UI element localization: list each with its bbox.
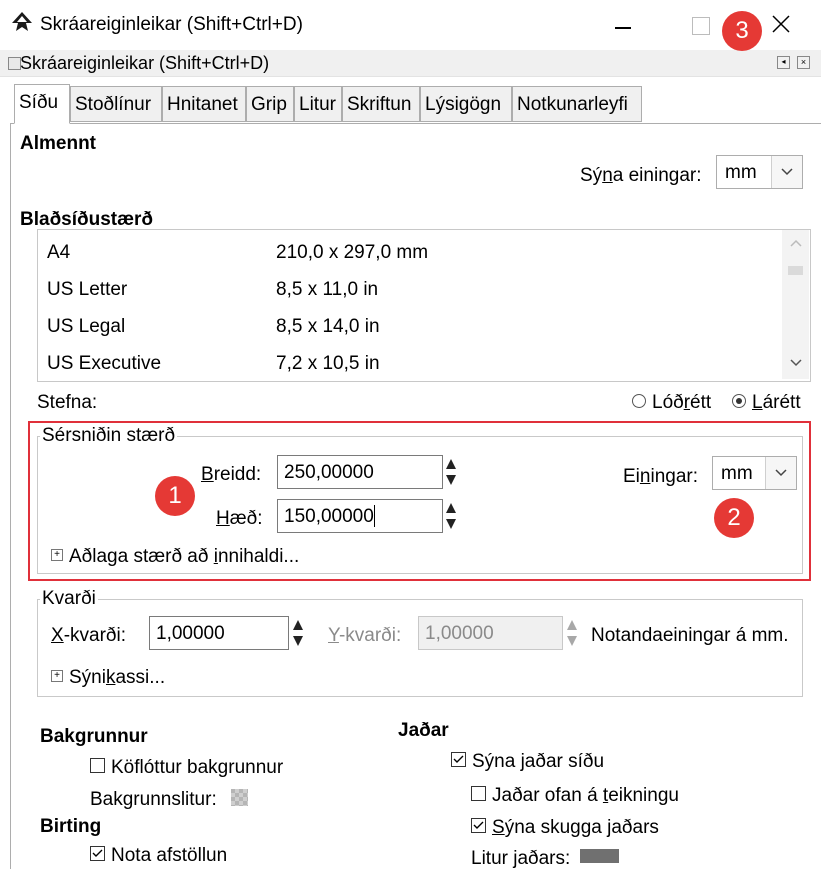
list-item[interactable]: US Executive 7,2 x 10,5 in [38,353,778,381]
dock-close-icon[interactable]: × [797,56,810,69]
tab-scripting[interactable]: Skriftun [342,86,420,122]
radio-on-icon[interactable] [732,393,746,408]
page-size-heading: Blaðsíðustærð [20,209,154,230]
checkerboard-checkbox[interactable]: Köflóttur bakgrunnur [90,757,283,779]
annotation-marker-3: 3 [722,11,762,51]
display-units-label: Sýna einingar: [580,165,702,186]
resize-to-content-expander[interactable]: + Aðlaga stærð að innihaldi... [51,546,299,568]
y-scale-spin-icon[interactable] [564,616,580,650]
list-scrollbar[interactable] [782,230,809,379]
antialias-checkbox[interactable]: Nota afstöllun [90,845,227,867]
tab-guides[interactable]: Stoðlínur [70,86,162,122]
show-border-checkbox[interactable]: Sýna jaðar síðu [451,751,604,773]
annotation-marker-1: 1 [155,476,195,516]
border-color-swatch[interactable] [580,849,619,863]
scroll-up-icon[interactable] [789,238,803,248]
checkbox-checked-icon[interactable] [451,752,466,768]
tab-snap[interactable]: Grip [246,86,294,122]
border-heading: Jaðar [398,720,449,741]
user-units-label: Notandaeiningar á mm. [591,625,789,646]
annotation-marker-2: 2 [714,498,754,538]
expand-plus-icon[interactable]: + [51,669,63,682]
height-input[interactable]: 150,00000 [277,499,443,533]
tab-grids[interactable]: Hnitanet [162,86,246,122]
x-scale-spin-icon[interactable] [290,616,306,650]
minimize-icon[interactable] [615,27,631,29]
border-color-label: Litur jaðars: [471,848,571,869]
dock-iconify-icon[interactable]: ◂ [777,56,790,69]
display-units-combo[interactable]: mm [716,155,803,189]
scale-title: Kvarði [40,588,98,610]
list-item[interactable]: US Letter 8,5 x 11,0 in [38,279,778,316]
background-color-label: Bakgrunnslitur: [90,789,217,810]
page-size-list[interactable]: A4 210,0 x 297,0 mm US Letter 8,5 x 11,0… [37,229,811,382]
text-cursor [374,505,375,527]
custom-units-combo[interactable]: mm [712,456,797,490]
checkbox-unchecked-icon[interactable] [90,758,105,774]
scroll-down-icon[interactable] [789,358,803,368]
y-scale-input[interactable]: 1,00000 [418,616,563,650]
scroll-thumb[interactable] [788,266,803,275]
checkbox-checked-icon[interactable] [90,846,105,862]
background-heading: Bakgrunnur [40,726,148,747]
background-color-swatch[interactable] [231,789,248,806]
width-spin-icon[interactable] [443,455,459,489]
window-titlebar: Skráareiginleikar (Shift+Ctrl+D) [0,0,821,50]
display-heading: Birting [40,816,102,837]
tab-metadata[interactable]: Lýsigögn [420,86,512,122]
width-input[interactable]: 250,00000 [277,455,443,489]
chevron-down-icon[interactable] [771,156,802,188]
tab-color[interactable]: Litur [294,86,342,122]
close-icon[interactable] [771,14,791,34]
radio-off-icon[interactable] [632,393,646,408]
chevron-down-icon[interactable] [765,457,796,489]
x-scale-label: X-kvarði: [51,625,126,646]
show-shadow-checkbox[interactable]: Sýna skugga jaðars [471,817,659,839]
window-title: Skráareiginleikar (Shift+Ctrl+D) [40,14,303,35]
dock-titlebar: Skráareiginleikar (Shift+Ctrl+D) ◂ × [0,50,821,77]
maximize-icon[interactable] [692,17,710,35]
orientation-label: Stefna: [37,392,98,413]
border-on-top-checkbox[interactable]: Jaðar ofan á teikningu [471,785,679,807]
width-label: Breidd: [201,464,262,485]
portrait-radio[interactable]: Lóðrétt [632,392,711,414]
expand-plus-icon[interactable]: + [51,548,63,561]
list-item[interactable]: A4 210,0 x 297,0 mm [38,242,778,279]
list-item[interactable]: US Legal 8,5 x 14,0 in [38,316,778,353]
checkbox-checked-icon[interactable] [471,818,486,834]
custom-units-label: Einingar: [623,466,699,487]
height-spin-icon[interactable] [443,499,459,533]
dock-title-text: Skráareiginleikar (Shift+Ctrl+D) [20,53,270,73]
tab-page[interactable]: Síðu [14,84,70,124]
height-label: Hæð: [216,508,263,529]
tab-license[interactable]: Notkunarleyfi [512,86,642,122]
viewbox-expander[interactable]: + Sýnikassi... [51,667,165,689]
general-heading: Almennt [20,133,96,154]
inkscape-logo-icon [12,12,32,31]
y-scale-label: Y-kvarði: [328,625,402,646]
x-scale-input[interactable]: 1,00000 [149,616,289,650]
checkbox-unchecked-icon[interactable] [471,786,486,802]
landscape-radio[interactable]: Lárétt [732,392,801,414]
